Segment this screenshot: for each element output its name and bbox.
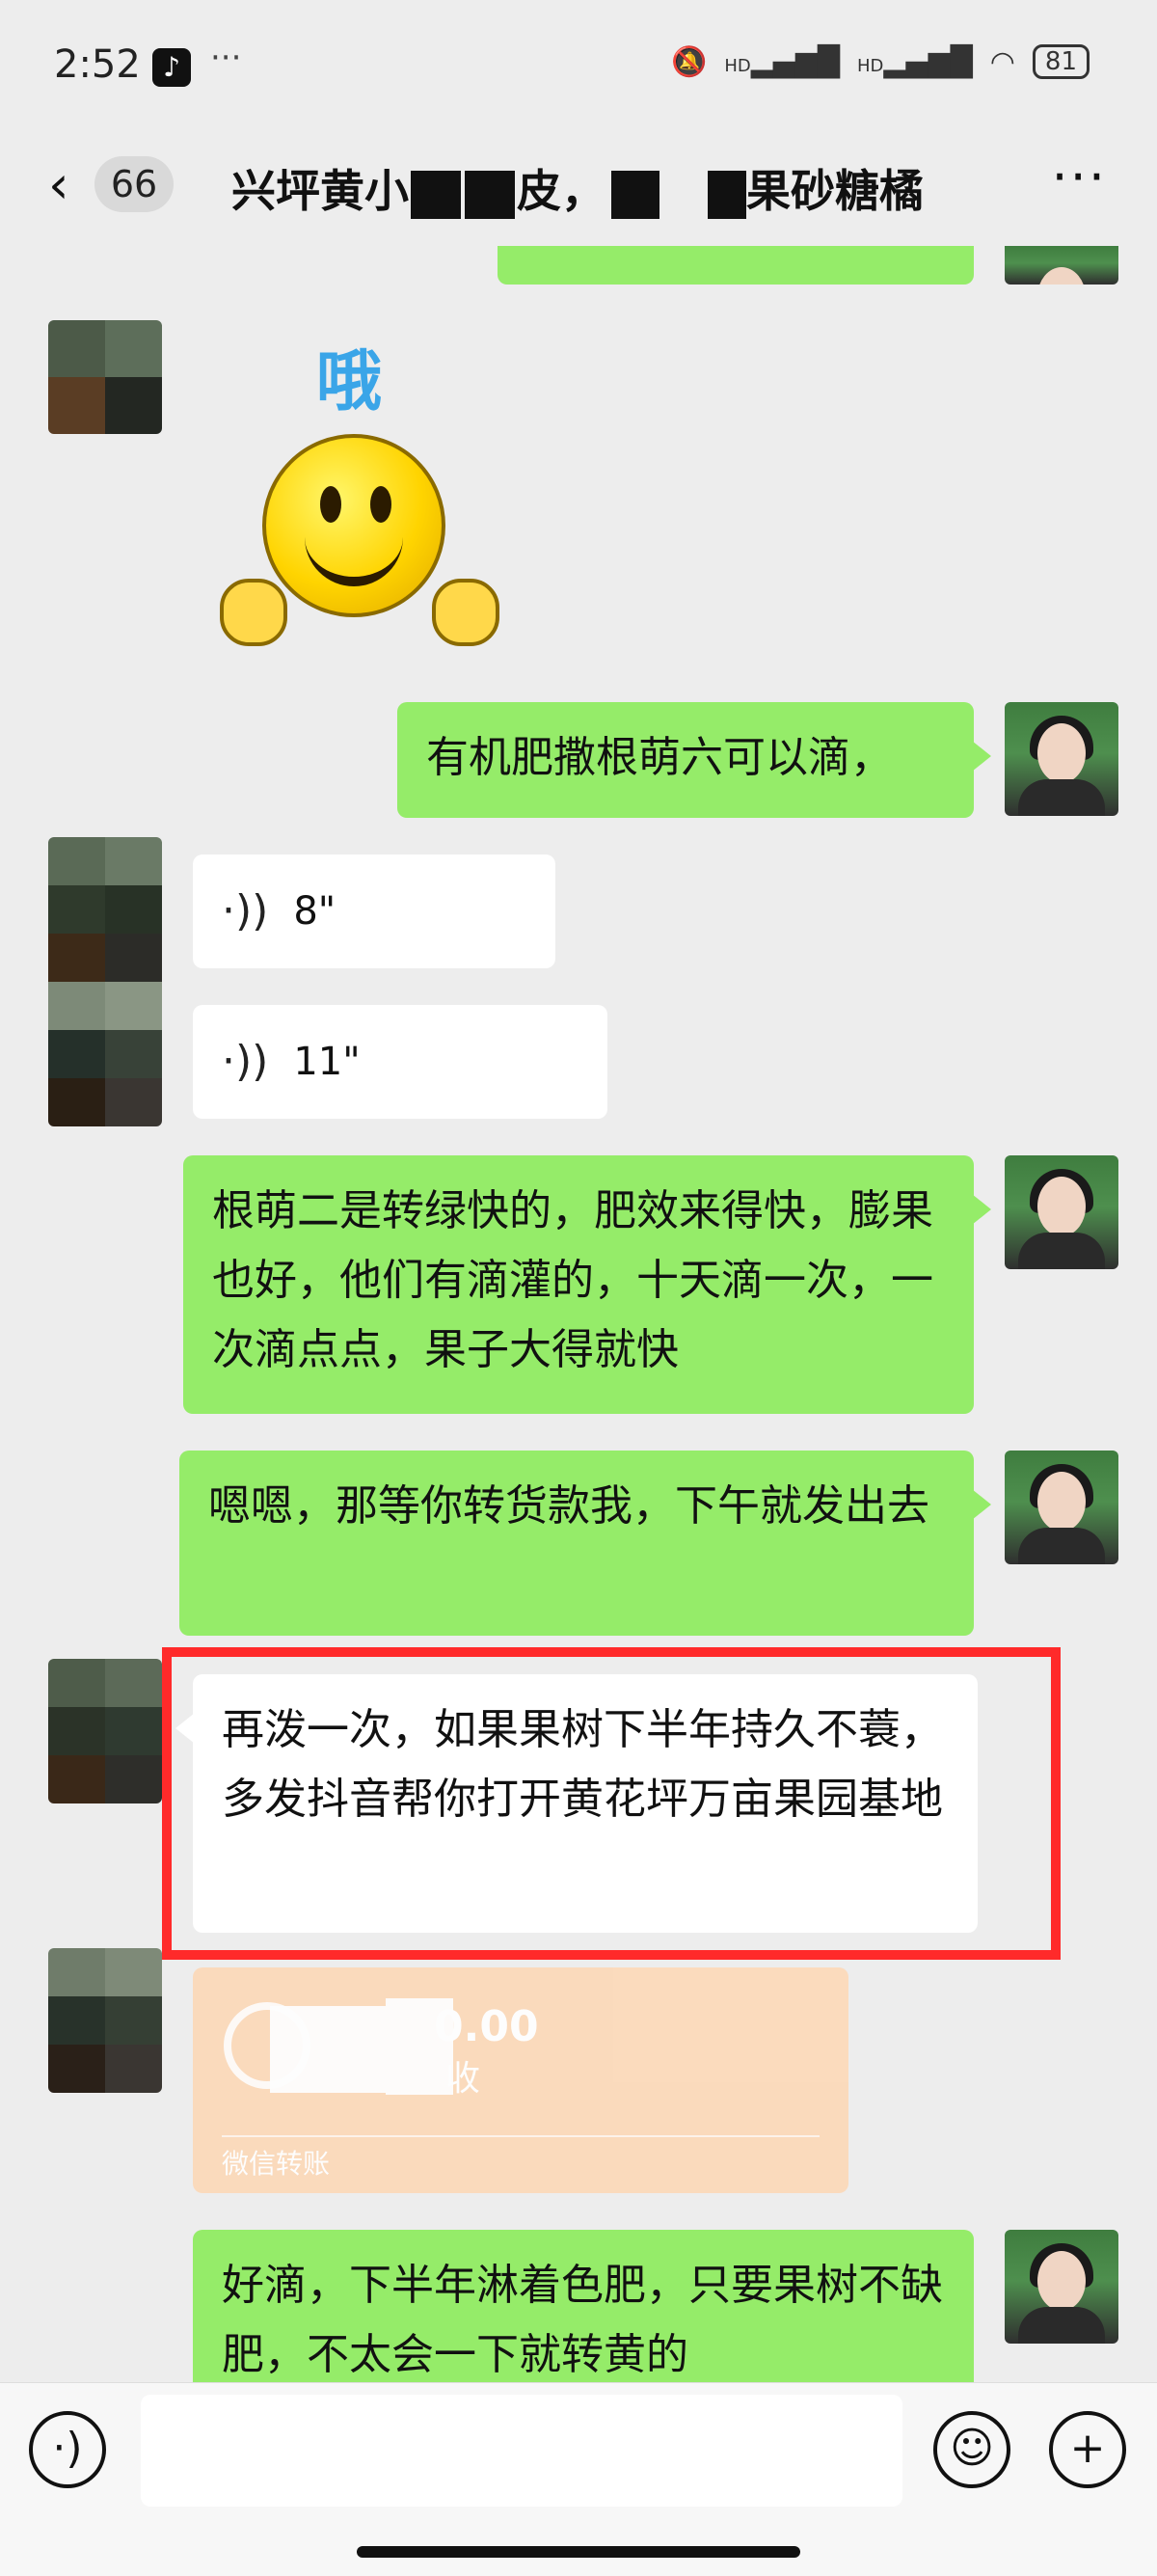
thumb-icon bbox=[220, 579, 287, 646]
message-bubble-sent[interactable]: 有机肥撒根萌六可以滴， bbox=[397, 702, 991, 818]
chat-title: 兴坪黄小 皮， 果砂糖橘 bbox=[231, 156, 924, 220]
censor-block bbox=[465, 170, 515, 219]
chat-title-part1: 兴坪黄小 bbox=[231, 165, 409, 217]
notification-more-icon: ··· bbox=[210, 39, 242, 77]
message-input[interactable] bbox=[141, 2395, 902, 2507]
hd-signal-icon: HD▂▄▆█ bbox=[724, 44, 841, 79]
thumb-icon bbox=[432, 579, 499, 646]
message-bubble-sent-clip: 好滴，下半年淋着色肥，只要果树不缺肥，不太会一下就转黄的 bbox=[193, 2230, 974, 2382]
voice-message[interactable]: ·)) 8" bbox=[193, 854, 555, 968]
emoji-icon[interactable]: ☺ bbox=[933, 2411, 1010, 2488]
transfer-label: 微信转账 bbox=[222, 2148, 331, 2180]
more-options-icon[interactable]: ··· bbox=[1052, 147, 1108, 207]
add-icon[interactable]: + bbox=[1049, 2411, 1126, 2488]
avatar-self[interactable] bbox=[1005, 1155, 1118, 1269]
censor-block bbox=[611, 170, 659, 219]
message-bubble-sent[interactable]: 根萌二是转绿快的，肥效来得快，膨果也好，他们有滴灌的，十天滴一次，一次滴点点，果… bbox=[183, 1155, 991, 1414]
message-text: 嗯嗯，那等你转货款我，下午就发出去 bbox=[208, 1481, 929, 1531]
voice-duration: 8" bbox=[293, 889, 336, 934]
transfer-amount: 0.00 bbox=[434, 2002, 539, 2051]
censor-block bbox=[270, 2006, 386, 2093]
avatar-self[interactable] bbox=[1005, 1451, 1118, 1564]
avatar-self[interactable] bbox=[1005, 246, 1118, 285]
tiktok-icon: ♪ bbox=[152, 48, 191, 87]
avatar-self[interactable] bbox=[1005, 702, 1118, 816]
sticker-text: 哦 bbox=[316, 344, 383, 420]
voice-duration: 11" bbox=[293, 1040, 361, 1084]
message-bubble-partial[interactable] bbox=[498, 246, 974, 285]
message-bubble-sent[interactable]: 好滴，下半年淋着色肥，只要果树不缺肥，不太会一下就转黄的 bbox=[193, 2230, 974, 2382]
chat-header: ‹ 66 兴坪黄小 皮， 果砂糖橘 ··· bbox=[0, 135, 1157, 246]
avatar-contact[interactable] bbox=[48, 1948, 162, 2093]
wifi-icon: ◠ bbox=[989, 44, 1015, 79]
transfer-status: 收 bbox=[445, 2059, 481, 2099]
smiley-face-icon bbox=[262, 434, 445, 617]
battery-indicator: 81 bbox=[1032, 44, 1090, 79]
back-icon[interactable]: ‹ bbox=[48, 154, 69, 215]
system-icons: 🔕 HD▂▄▆█ HD▂▄▆█ ◠ 81 bbox=[671, 44, 1090, 79]
chat-title-part2: 皮， bbox=[517, 165, 605, 217]
avatar-contact[interactable] bbox=[48, 837, 162, 1126]
highlight-box bbox=[162, 1647, 1061, 1960]
status-bar: 2:52 ♪ ··· 🔕 HD▂▄▆█ HD▂▄▆█ ◠ 81 bbox=[0, 0, 1157, 135]
message-text: 好滴，下半年淋着色肥，只要果树不缺肥，不太会一下就转黄的 bbox=[222, 2261, 943, 2379]
divider bbox=[222, 2135, 820, 2137]
censor-block bbox=[411, 170, 461, 219]
chat-title-part3: 果砂糖橘 bbox=[746, 165, 924, 217]
voice-message[interactable]: ·)) 11" bbox=[193, 1005, 607, 1119]
voice-input-icon[interactable]: ·) bbox=[29, 2411, 106, 2488]
message-bubble-sent[interactable]: 嗯嗯，那等你转货款我，下午就发出去 bbox=[179, 1451, 991, 1636]
message-text: 根萌二是转绿快的，肥效来得快，膨果也好，他们有滴灌的，十天滴一次，一次滴点点，果… bbox=[212, 1186, 933, 1374]
transfer-card[interactable]: 0.00 收 微信转账 bbox=[193, 1967, 848, 2193]
voice-wave-icon: ·)) bbox=[222, 886, 269, 935]
voice-wave-icon: ·)) bbox=[222, 1037, 269, 1086]
smiley-sticker[interactable] bbox=[212, 424, 501, 656]
status-time: 2:52 bbox=[54, 42, 141, 87]
message-text: 有机肥撒根萌六可以滴， bbox=[426, 733, 893, 782]
home-indicator bbox=[357, 2546, 800, 2558]
avatar-contact[interactable] bbox=[48, 1659, 162, 1803]
avatar-contact[interactable] bbox=[48, 320, 162, 434]
hd-signal-icon: HD▂▄▆█ bbox=[857, 44, 973, 79]
mute-icon: 🔕 bbox=[670, 44, 708, 79]
unread-count-badge[interactable]: 66 bbox=[94, 156, 174, 212]
avatar-self[interactable] bbox=[1005, 2230, 1118, 2344]
censor-block bbox=[708, 170, 746, 219]
